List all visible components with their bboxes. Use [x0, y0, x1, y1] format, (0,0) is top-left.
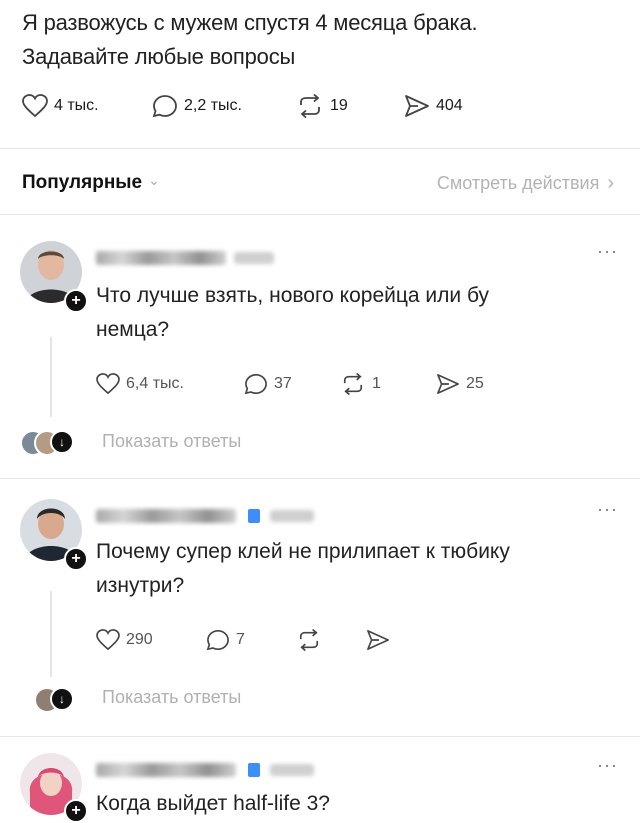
share-button[interactable]	[366, 629, 396, 651]
view-actions-label: Смотреть действия	[436, 173, 600, 193]
share-button[interactable]: 25	[436, 373, 484, 395]
view-actions-link[interactable]: Смотреть действия ›	[437, 172, 614, 195]
more-options-icon[interactable]: ···	[597, 241, 618, 262]
share-button[interactable]: 404	[404, 94, 463, 118]
timestamp-blurred	[270, 764, 314, 776]
arrow-down-icon: ↓	[50, 687, 74, 711]
divider	[0, 148, 640, 149]
repost-button[interactable]	[296, 629, 328, 651]
like-count: 290	[126, 631, 153, 648]
share-icon	[437, 374, 459, 394]
repost-count: 19	[330, 97, 348, 114]
reply-avatars[interactable]: ↓	[20, 430, 80, 456]
repost-button[interactable]: 1	[340, 373, 381, 395]
follow-plus-icon[interactable]: +	[64, 547, 88, 571]
repost-icon	[299, 629, 319, 651]
show-replies-link[interactable]: Показать ответы	[102, 431, 241, 452]
arrow-down-icon: ↓	[50, 430, 74, 454]
verified-badge-icon	[248, 763, 260, 777]
comment: + ··· Почему супер клей не прилипает к т…	[0, 479, 640, 737]
share-icon	[367, 630, 389, 650]
comment-text-line: Почему супер клей не прилипает к тюбику	[96, 540, 510, 563]
post-text-line: Я развожусь с мужем спустя 4 месяца брак…	[22, 10, 478, 35]
share-icon	[405, 95, 429, 117]
repost-icon	[300, 94, 320, 118]
follow-plus-icon[interactable]: +	[64, 289, 88, 313]
heart-icon	[96, 373, 120, 395]
comment-icon	[244, 374, 267, 395]
reply-count: 37	[274, 375, 292, 392]
comment-icon	[152, 95, 177, 118]
comment-text: Почему супер клей не прилипает к тюбику …	[96, 535, 606, 603]
show-replies-link[interactable]: Показать ответы	[102, 687, 241, 708]
timestamp-blurred	[270, 510, 314, 522]
username-blurred[interactable]	[96, 763, 236, 777]
timestamp-blurred	[234, 252, 274, 264]
reply-button[interactable]: 37	[244, 373, 292, 395]
repost-button[interactable]: 19	[296, 94, 348, 118]
comment-icon	[206, 630, 229, 651]
sort-label: Популярные	[22, 172, 143, 193]
like-button[interactable]: 6,4 тыс.	[96, 373, 184, 395]
post-text-line: Задавайте любые вопросы	[22, 44, 296, 69]
repost-icon	[343, 373, 363, 395]
share-count: 404	[436, 97, 463, 114]
thread-line	[50, 591, 52, 677]
thread-line	[50, 337, 52, 417]
username-blurred[interactable]	[96, 509, 236, 523]
like-button[interactable]: 4 тыс.	[22, 94, 99, 118]
comment: + ··· Когда выйдет half-life 3?	[0, 737, 640, 823]
chevron-down-icon: ⌄	[148, 171, 160, 188]
repost-count: 1	[372, 375, 381, 392]
like-count: 6,4 тыс.	[126, 375, 184, 392]
username-blurred[interactable]	[96, 251, 226, 265]
follow-plus-icon[interactable]: +	[64, 799, 88, 823]
share-count: 25	[466, 375, 484, 392]
like-button[interactable]: 290	[96, 629, 153, 651]
chevron-right-icon: ›	[607, 172, 614, 194]
comment: + ··· Что лучше взять, нового корейца ил…	[0, 215, 640, 479]
reply-avatars[interactable]: ↓	[20, 687, 80, 713]
sort-dropdown[interactable]: Популярные ⌄	[22, 172, 160, 194]
comment-count: 2,2 тыс.	[184, 97, 242, 114]
heart-icon	[22, 94, 48, 118]
comment-text: Что лучше взять, нового корейца или бу н…	[96, 279, 606, 347]
like-count: 4 тыс.	[54, 97, 99, 114]
more-options-icon[interactable]: ···	[597, 499, 618, 520]
comment-text-line: Когда выйдет half-life 3?	[96, 792, 330, 815]
heart-icon	[96, 629, 120, 651]
comment-text-line: изнутри?	[96, 574, 185, 597]
comment-text-line: немца?	[96, 318, 170, 341]
comment-button[interactable]: 2,2 тыс.	[152, 94, 242, 118]
post-text: Я развожусь с мужем спустя 4 месяца брак…	[22, 6, 612, 74]
comment-text: Когда выйдет half-life 3?	[96, 787, 606, 821]
reply-count: 7	[236, 631, 245, 648]
verified-badge-icon	[248, 509, 260, 523]
reply-button[interactable]: 7	[206, 629, 245, 651]
more-options-icon[interactable]: ···	[597, 755, 618, 776]
comment-text-line: Что лучше взять, нового корейца или бу	[96, 284, 490, 307]
